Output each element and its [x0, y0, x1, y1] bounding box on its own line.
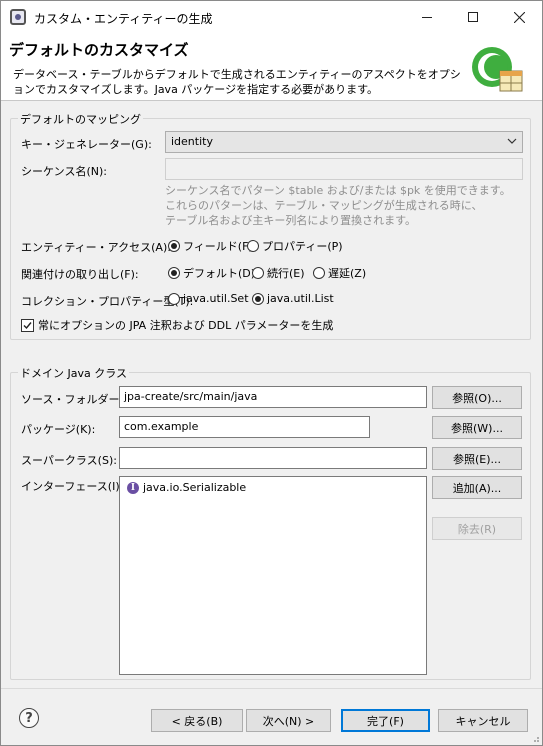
radio-unselected-icon: [313, 267, 325, 279]
interfaces-list[interactable]: I java.io.Serializable: [119, 476, 427, 675]
superclass-field[interactable]: [119, 447, 427, 469]
sequence-hint-line-2: これらのパターンは、テーブル・マッピングが生成される時に、: [165, 199, 483, 212]
access-property-radio[interactable]: プロパティー(P): [247, 238, 343, 254]
dialog-window: カスタム・エンティティーの生成 デフォルトのカスタマイズ データベース・テーブル…: [0, 0, 543, 746]
next-button[interactable]: 次へ(N) >: [246, 709, 331, 732]
interface-icon: I: [127, 481, 139, 494]
cancel-button[interactable]: キャンセル: [438, 709, 528, 732]
page-title: デフォルトのカスタマイズ: [9, 41, 189, 59]
radio-selected-icon: [168, 267, 180, 279]
superclass-browse-button[interactable]: 参照(E)...: [432, 447, 522, 470]
app-icon: [10, 9, 26, 25]
always-generate-checkbox[interactable]: 常にオプションの JPA 注釈および DDL パラメーターを生成: [21, 317, 333, 333]
wizard-banner: デフォルトのカスタマイズ データベース・テーブルからデフォルトで生成されるエンテ…: [1, 33, 542, 101]
fetch-default-radio[interactable]: デフォルト(D): [168, 265, 255, 281]
checkbox-checked-icon: [21, 318, 34, 332]
eclipse-jpa-wizard-icon: [472, 47, 523, 92]
add-interface-button[interactable]: 追加(A)...: [432, 476, 522, 499]
help-icon[interactable]: ?: [19, 708, 39, 728]
key-generator-value: identity: [171, 135, 213, 148]
chevron-down-icon: [507, 138, 517, 144]
radio-unselected-icon: [252, 267, 264, 279]
source-folder-browse-button[interactable]: 参照(O)...: [432, 386, 522, 409]
sequence-name-field[interactable]: [165, 158, 523, 180]
close-icon: [513, 11, 525, 23]
minimize-button[interactable]: [404, 1, 450, 33]
finish-button[interactable]: 完了(F): [341, 709, 430, 732]
key-generator-select[interactable]: identity: [165, 131, 523, 153]
default-mapping-legend: デフォルトのマッピング: [18, 111, 143, 127]
domain-class-legend: ドメイン Java クラス: [18, 365, 130, 381]
interfaces-label: インターフェース(I):: [21, 480, 124, 493]
back-button[interactable]: < 戻る(B): [151, 709, 243, 732]
radio-unselected-icon: [247, 240, 259, 252]
minimize-icon: [422, 16, 432, 18]
package-field[interactable]: com.example: [119, 416, 370, 438]
maximize-icon: [468, 12, 478, 22]
radio-selected-icon: [168, 240, 180, 252]
access-field-radio[interactable]: フィールド(F): [168, 238, 253, 254]
radio-selected-icon: [252, 292, 264, 305]
fetch-lazy-radio[interactable]: 遅延(Z): [313, 265, 366, 281]
sequence-label: シーケンス名(N):: [21, 165, 107, 178]
entity-access-label: エンティティー・アクセス(A):: [21, 241, 171, 254]
package-label: パッケージ(K):: [21, 423, 96, 436]
list-item[interactable]: I java.io.Serializable: [127, 481, 246, 494]
close-button[interactable]: [496, 1, 542, 33]
collection-list-radio[interactable]: java.util.List: [252, 292, 334, 305]
key-generator-label: キー・ジェネレーター(G):: [21, 138, 152, 151]
title-bar[interactable]: カスタム・エンティティーの生成: [1, 1, 542, 33]
superclass-label: スーパークラス(S):: [21, 454, 117, 467]
resize-grip-icon[interactable]: [530, 733, 540, 743]
fetch-label: 関連付けの取り出し(F):: [21, 268, 139, 281]
sequence-hint-line-3: テーブル名および主キー列名により置換されます。: [165, 214, 417, 227]
sequence-hint-line-1: シーケンス名でパターン $table および/または $pk を使用できます。: [165, 184, 511, 197]
radio-unselected-icon: [168, 292, 180, 305]
package-browse-button[interactable]: 参照(W)...: [432, 416, 522, 439]
fetch-eager-radio[interactable]: 続行(E): [252, 265, 305, 281]
source-folder-field[interactable]: jpa-create/src/main/java: [119, 386, 427, 408]
footer-separator: [1, 688, 542, 689]
maximize-button[interactable]: [450, 1, 496, 33]
page-description: データベース・テーブルからデフォルトで生成されるエンティティーのアスペクトをオプ…: [13, 68, 461, 96]
window-title: カスタム・エンティティーの生成: [34, 12, 213, 26]
collection-set-radio[interactable]: java.util.Set: [168, 292, 249, 305]
remove-interface-button[interactable]: 除去(R): [432, 517, 522, 540]
